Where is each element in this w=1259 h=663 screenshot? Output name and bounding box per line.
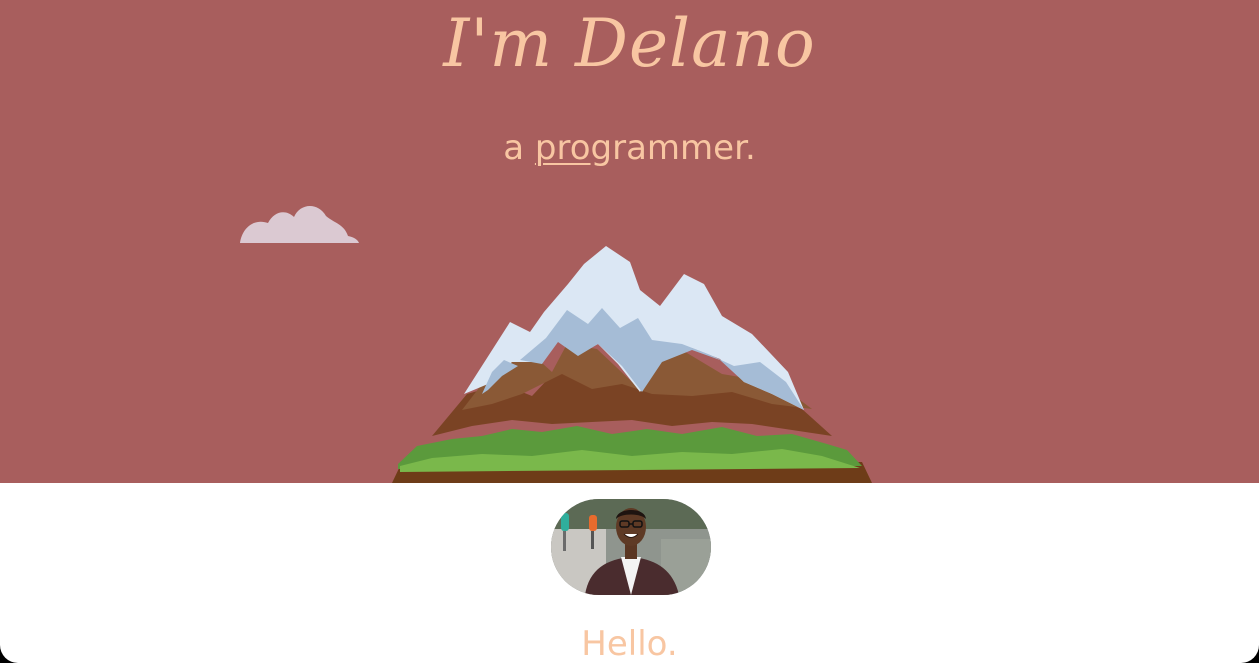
cloud-icon <box>240 205 359 243</box>
page: I'm Delano a programmer. Hello. <box>0 0 1259 663</box>
subtitle-rest: grammer. <box>590 128 756 168</box>
mountain-icon <box>392 246 872 483</box>
profile-photo-image <box>551 499 711 595</box>
subtitle-typed-text: pro <box>534 128 591 168</box>
subtitle-prefix: a <box>503 128 535 168</box>
hero-title: I'm Delano <box>443 5 816 82</box>
hero-subtitle: a programmer. <box>0 126 1259 170</box>
hero-section: I'm Delano a programmer. <box>0 0 1259 483</box>
about-greeting: Hello. <box>581 624 678 663</box>
profile-photo <box>551 499 711 595</box>
